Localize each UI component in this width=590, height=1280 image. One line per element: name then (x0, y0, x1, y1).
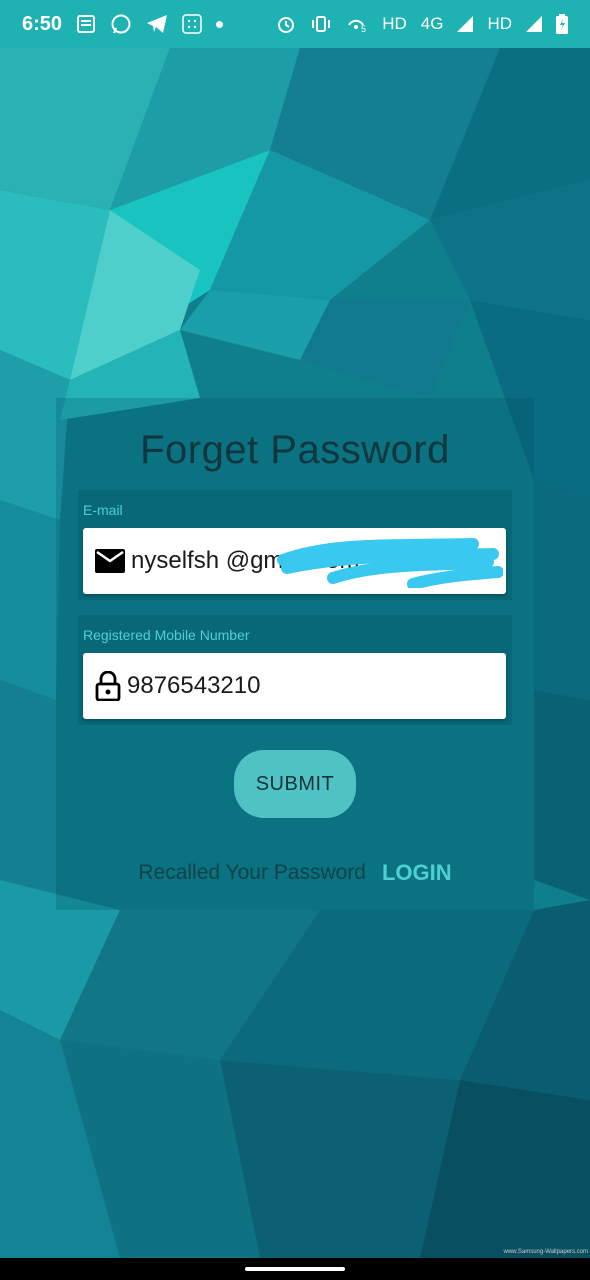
network-type-3: HD (487, 14, 512, 33)
submit-button[interactable]: SUBMIT (234, 750, 356, 818)
dot-icon (216, 20, 224, 28)
email-icon (95, 549, 125, 573)
status-bar-left: 6:50 (22, 12, 224, 36)
whatsapp-icon (110, 13, 132, 35)
email-label: E-mail (83, 502, 123, 518)
status-time: 6:50 (22, 12, 63, 35)
forget-password-card: Forget Password E-mail nyselfsh @gmail.c… (56, 398, 534, 910)
status-bar-right: 5 HD 4G HD (276, 14, 568, 34)
svg-text:5: 5 (361, 24, 366, 33)
watermark: www.Samsung-Wallpapers.com (503, 1249, 588, 1255)
mobile-label: Registered Mobile Number (83, 627, 250, 643)
email-field-group: E-mail nyselfsh @gmail.com (78, 490, 512, 600)
news-icon (76, 14, 96, 34)
login-link[interactable]: LOGIN (382, 860, 452, 886)
network-type-2: 4G (420, 14, 444, 33)
redaction-scribble (277, 538, 503, 588)
email-field[interactable]: nyselfsh @gmail.com (83, 528, 506, 594)
home-handle[interactable] (245, 1267, 345, 1271)
grid-app-icon (182, 14, 202, 34)
hotspot-icon: 5 (346, 15, 368, 33)
mobile-value: 9876543210 (127, 672, 261, 699)
status-bar: 6:50 5 HD 4G HD (0, 0, 590, 48)
signal-icon-2 (526, 16, 542, 32)
lock-icon (95, 671, 121, 701)
battery-icon (556, 14, 568, 34)
telegram-icon (146, 14, 168, 34)
recall-row: Recalled Your Password LOGIN (56, 860, 534, 886)
vibrate-icon (310, 15, 332, 33)
network-type-1: HD (382, 14, 407, 33)
page-title: Forget Password (140, 428, 450, 472)
signal-icon (457, 16, 474, 32)
alarm-icon (276, 14, 296, 34)
mobile-field[interactable]: 9876543210 (83, 653, 506, 719)
mobile-field-group: Registered Mobile Number 9876543210 (78, 615, 512, 725)
navigation-bar (0, 1258, 590, 1280)
recall-text: Recalled Your Password (138, 861, 366, 884)
